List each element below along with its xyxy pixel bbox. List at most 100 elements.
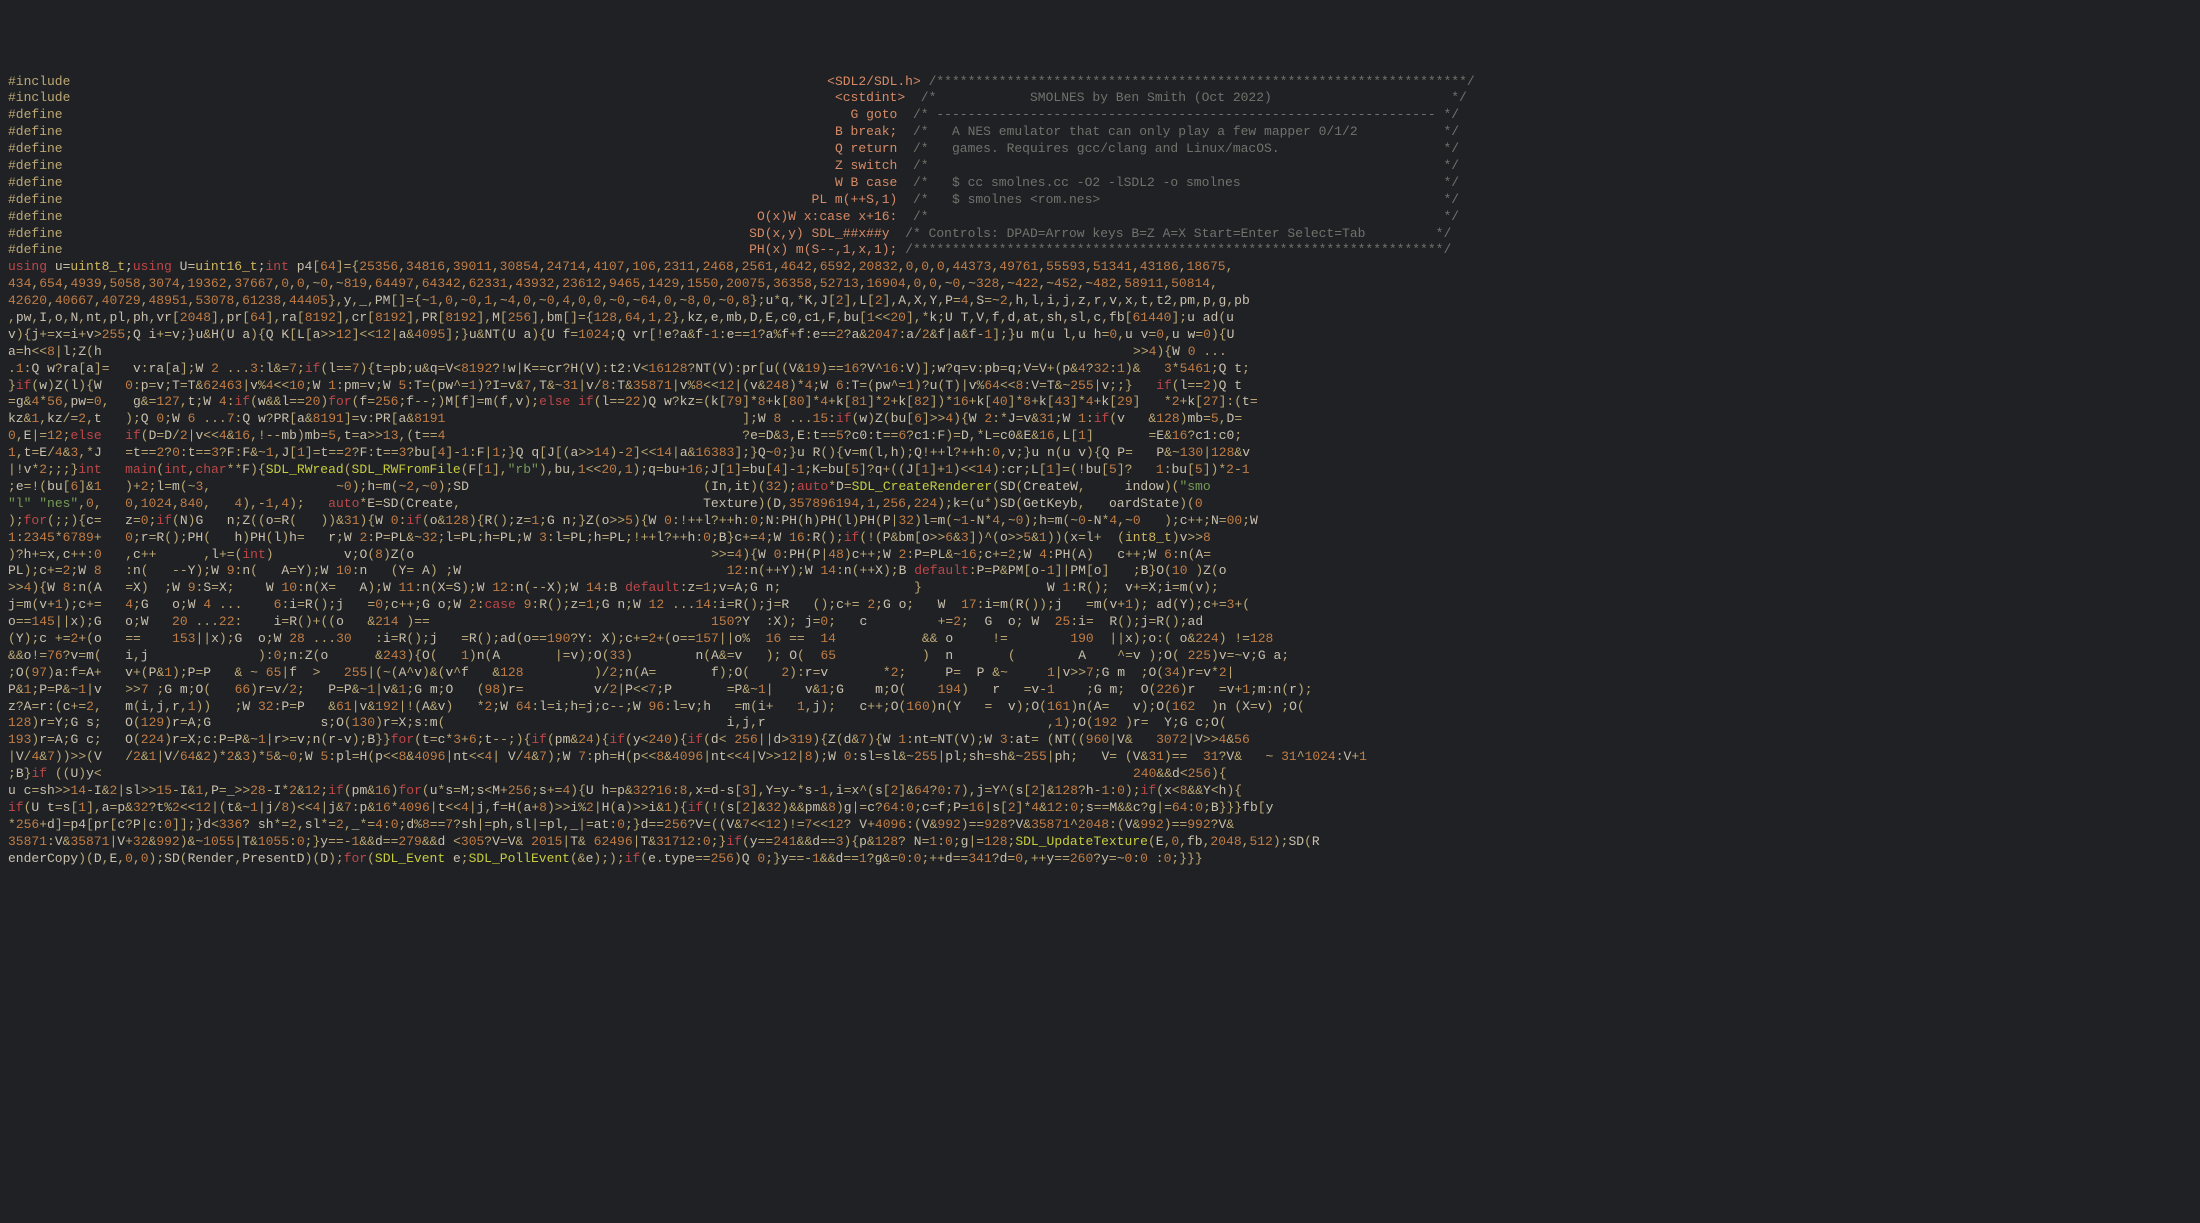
op-token	[914, 715, 922, 730]
op-token: ~	[195, 834, 203, 849]
op-token: :	[602, 580, 610, 595]
id-token: sl	[859, 749, 875, 764]
op-token	[352, 631, 360, 646]
op-token: ,	[1070, 327, 1078, 342]
num-token: 256	[734, 732, 757, 747]
num-token: 4107	[593, 259, 624, 274]
op-token	[117, 462, 125, 477]
id-token: a	[102, 800, 110, 815]
op-token: =	[94, 597, 102, 612]
op-token	[1047, 344, 1055, 359]
op-token	[1016, 715, 1024, 730]
op-token	[227, 715, 235, 730]
op-token: :	[1132, 851, 1140, 866]
id-token: o	[1219, 563, 1227, 578]
op-token	[586, 834, 594, 849]
op-token	[1109, 479, 1117, 494]
id-token	[70, 74, 827, 89]
op-token	[656, 394, 664, 409]
op-token: =	[383, 834, 391, 849]
id-token	[63, 209, 757, 224]
id-token: PL	[500, 530, 516, 545]
op-token: &	[867, 834, 875, 849]
op-token	[703, 682, 711, 697]
num-token: 4	[125, 597, 133, 612]
op-token	[461, 682, 469, 697]
op-token: (	[805, 547, 813, 562]
id-token: s	[86, 715, 94, 730]
id-token: O	[789, 648, 797, 663]
id-token: l	[539, 699, 547, 714]
ty-token: uint8_t	[70, 259, 125, 274]
op-token: ;	[953, 834, 961, 849]
op-token	[219, 699, 227, 714]
op-token	[453, 766, 461, 781]
id-token: V	[789, 361, 797, 376]
op-token: *	[219, 749, 227, 764]
op-token: ;	[47, 462, 55, 477]
op-token: (	[1234, 394, 1242, 409]
op-token: (	[39, 479, 47, 494]
op-token	[961, 766, 969, 781]
num-token: 7	[539, 749, 547, 764]
num-token: 243	[383, 648, 406, 663]
op-token: =	[578, 699, 586, 714]
op-token	[922, 614, 930, 629]
op-token: <	[453, 800, 461, 815]
op-token: (	[492, 513, 500, 528]
num-token: 32	[766, 479, 782, 494]
id-token: V	[1195, 732, 1203, 747]
op-token: ,	[617, 462, 625, 477]
op-token	[914, 631, 922, 646]
num-token: 16	[375, 800, 391, 815]
id-token: x	[1125, 631, 1133, 646]
op-token	[625, 496, 633, 511]
op-token	[953, 344, 961, 359]
id-token: X	[1242, 699, 1250, 714]
num-token: 62331	[469, 276, 508, 291]
op-token	[672, 715, 680, 730]
id-token: n	[78, 580, 86, 595]
num-token: 28	[250, 783, 266, 798]
num-token: 00	[1227, 513, 1243, 528]
op-token: )	[266, 547, 274, 562]
id-token: kz	[680, 394, 696, 409]
op-token: =	[63, 631, 71, 646]
id-token: nt	[914, 732, 930, 747]
op-token	[688, 344, 696, 359]
op-token: ;	[625, 699, 633, 714]
num-token: 7	[578, 749, 586, 764]
op-token	[617, 614, 625, 629]
num-token: 10	[336, 563, 352, 578]
op-token	[305, 665, 313, 680]
op-token: )	[750, 479, 758, 494]
op-token	[336, 766, 344, 781]
num-token: 40667	[55, 293, 94, 308]
id-token: h	[367, 479, 375, 494]
op-token	[992, 699, 1000, 714]
op-token: =	[63, 327, 71, 342]
op-token	[227, 665, 235, 680]
op-token	[617, 547, 625, 562]
op-token	[555, 715, 563, 730]
op-token	[297, 715, 305, 730]
op-token	[1086, 344, 1094, 359]
op-token	[328, 665, 336, 680]
op-token: {	[539, 327, 547, 342]
op-token: =	[852, 597, 860, 612]
num-token: 819	[344, 276, 367, 291]
op-token: +	[125, 834, 133, 849]
op-token: =	[16, 344, 24, 359]
num-token: 0	[617, 293, 625, 308]
id-token: d	[375, 834, 383, 849]
op-token: {	[680, 732, 688, 747]
op-token	[953, 648, 961, 663]
id-token: n	[516, 580, 524, 595]
id-token: pm	[555, 732, 571, 747]
op-token: (	[1187, 496, 1195, 511]
id-token: nt	[86, 310, 102, 325]
op-token	[797, 715, 805, 730]
id-token: t	[1242, 394, 1250, 409]
op-token	[422, 547, 430, 562]
op-token: [	[867, 293, 875, 308]
